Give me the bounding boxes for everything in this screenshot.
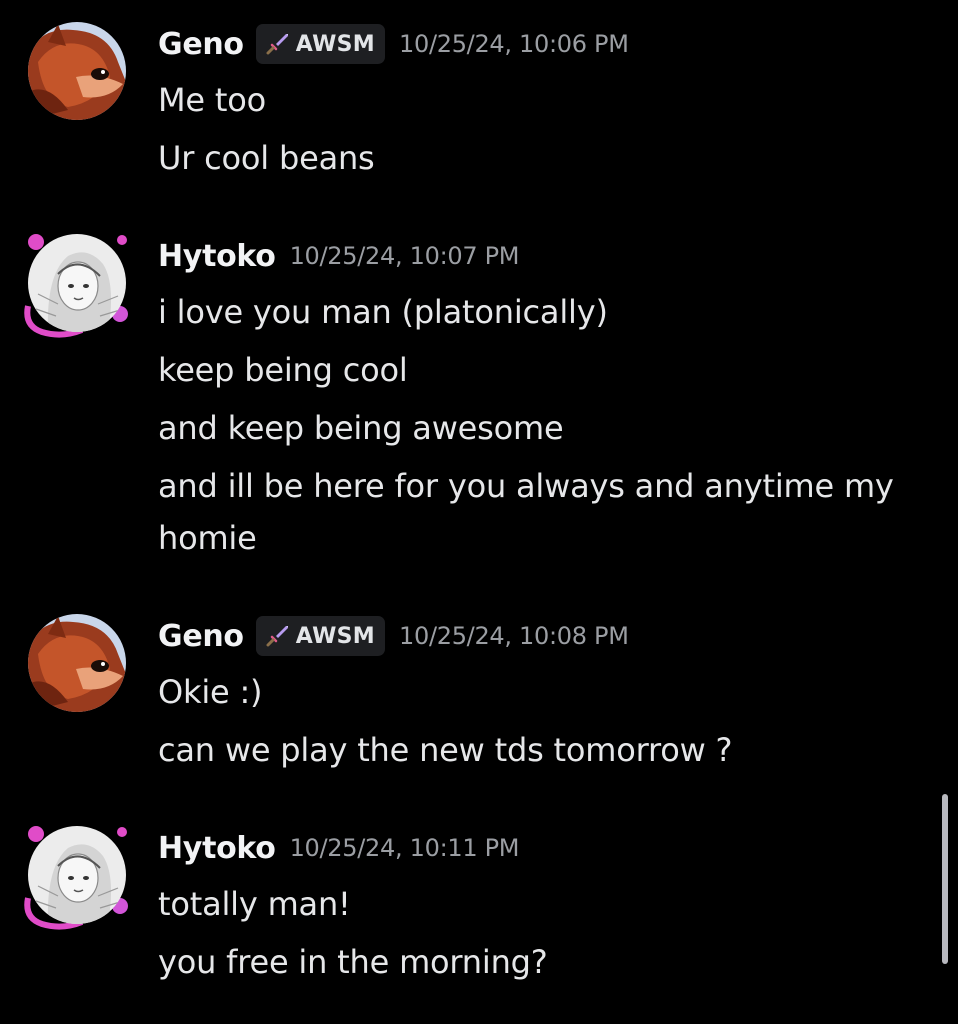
message-group: Hytoko 10/25/24, 10:07 PM i love you man… [0,234,930,574]
username[interactable]: Geno [158,619,244,654]
sword-icon [266,626,288,647]
timestamp[interactable]: 10/25/24, 10:08 PM [399,622,629,650]
message-text: totally man! [158,885,351,923]
message-header: Geno AWSM 10/25/24, 10:06 PM [158,22,629,66]
message-text: you free in the morning? [158,943,548,981]
server-tag-label: AWSM [295,31,375,57]
timestamp[interactable]: 10/25/24, 10:06 PM [399,30,629,58]
message-lines: Okie :) can we play the new tds tomorrow… [158,666,918,782]
server-tag[interactable]: AWSM [255,24,385,64]
server-tag[interactable]: AWSM [255,616,385,656]
timestamp[interactable]: 10/25/24, 10:11 PM [290,834,520,862]
message-header: Hytoko 10/25/24, 10:07 PM [158,234,520,278]
message-group: Hytoko 10/25/24, 10:11 PM totally man! y… [0,826,930,996]
scrollbar-thumb[interactable] [942,794,948,964]
message-header: Geno AWSM 10/25/24, 10:08 PM [158,614,629,658]
username[interactable]: Hytoko [158,831,276,866]
message-text: and keep being awesome [158,409,564,447]
message-header: Hytoko 10/25/24, 10:11 PM [158,826,520,870]
message-lines: totally man! you free in the morning? [158,878,918,994]
chat-log: Geno AWSM 10/25/24, 10:06 PM Me too Ur c… [0,0,958,1024]
server-tag-label: AWSM [295,623,375,649]
message-text: Okie :) [158,673,263,711]
message-text: keep being cool [158,351,408,389]
fox-avatar[interactable] [28,22,126,120]
timestamp[interactable]: 10/25/24, 10:07 PM [290,242,520,270]
fox-avatar[interactable] [28,614,126,712]
message-lines: i love you man (platonically) keep being… [158,286,918,570]
message-text: i love you man (platonically) [158,293,608,331]
message-lines: Me too Ur cool beans [158,74,918,190]
sword-icon [266,34,288,55]
message-group: Geno AWSM 10/25/24, 10:06 PM Me too Ur c… [0,22,930,192]
anime-sketch-avatar[interactable] [28,234,126,332]
message-text: and ill be here for you always and anyti… [158,467,894,557]
username[interactable]: Geno [158,27,244,62]
message-text: Me too [158,81,266,119]
anime-sketch-avatar[interactable] [28,826,126,924]
message-text: Ur cool beans [158,139,375,177]
message-group: Geno AWSM 10/25/24, 10:08 PM Okie :) can… [0,614,930,784]
username[interactable]: Hytoko [158,239,276,274]
message-text: can we play the new tds tomorrow ? [158,731,733,769]
